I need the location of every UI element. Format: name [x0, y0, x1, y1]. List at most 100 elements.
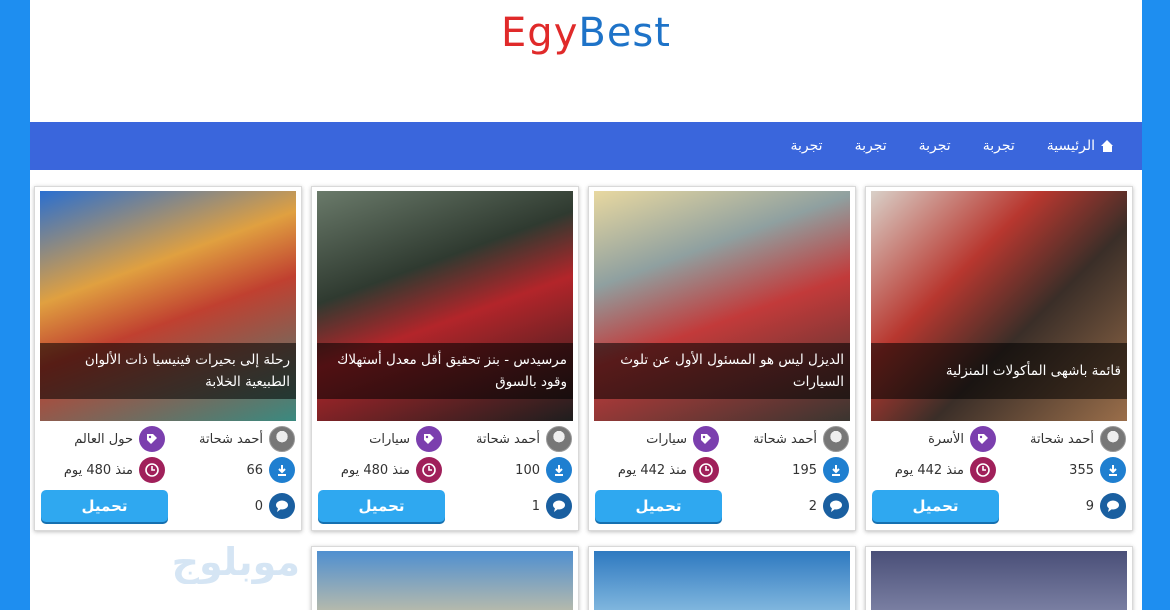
download-icon [546, 457, 572, 483]
meta-row-author: أحمد شحاتة سيارات [318, 425, 572, 453]
clock-icon [693, 457, 719, 483]
left-border [0, 0, 30, 610]
category-meta: الأسرة [872, 426, 996, 452]
tag-icon [693, 426, 719, 452]
card-image [871, 551, 1127, 610]
tag-icon [416, 426, 442, 452]
comment-icon [823, 493, 849, 519]
avatar [269, 426, 295, 452]
post-card[interactable]: مرسيدس - بنز تحقيق أقل معدل أستهلاك وقود… [311, 186, 579, 531]
nav-home[interactable]: الرئيسية [1047, 138, 1114, 154]
download-icon [823, 457, 849, 483]
category-link[interactable]: سيارات [646, 432, 687, 447]
nav-item-4[interactable]: تجربة [791, 138, 823, 154]
card-image [317, 551, 573, 610]
author-meta: أحمد شحاتة [1002, 426, 1126, 452]
comment-count: 2 [808, 498, 817, 514]
downloads-meta: 100 [448, 457, 572, 483]
comments-meta: 1 [448, 493, 572, 519]
download-button[interactable]: تحميل [318, 490, 445, 522]
meta-row-stats: 66 منذ 480 يوم [41, 456, 295, 484]
card-image [594, 551, 850, 610]
post-title[interactable]: رحلة إلى بحيرات فينيسيا ذات الألوان الطب… [40, 343, 296, 399]
download-button[interactable]: تحميل [595, 490, 722, 522]
category-link[interactable]: الأسرة [928, 432, 964, 447]
date-meta: منذ 442 يوم [595, 457, 719, 483]
meta-row-actions: 9 تحميل [872, 489, 1126, 523]
meta-row-stats: 195 منذ 442 يوم [595, 456, 849, 484]
tag-icon [970, 426, 996, 452]
date-meta: منذ 480 يوم [41, 457, 165, 483]
downloads-meta: 66 [171, 457, 295, 483]
right-border [1142, 0, 1170, 610]
post-card[interactable]: الديزل ليس هو المسئول الأول عن تلوث السي… [588, 186, 856, 531]
clock-icon [970, 457, 996, 483]
post-card[interactable]: رحلة إلى بحيرات فينيسيا ذات الألوان الطب… [34, 186, 302, 531]
meta-row-author: أحمد شحاتة سيارات [595, 425, 849, 453]
comments-meta: 0 [171, 493, 295, 519]
meta-row-actions: 1 تحميل [318, 489, 572, 523]
category-link[interactable]: حول العالم [74, 432, 133, 447]
post-thumbnail[interactable]: رحلة إلى بحيرات فينيسيا ذات الألوان الطب… [40, 191, 296, 421]
card-stub[interactable] [865, 546, 1133, 610]
author-meta: أحمد شحاتة [725, 426, 849, 452]
category-meta: حول العالم [41, 426, 165, 452]
download-icon [1100, 457, 1126, 483]
author-name[interactable]: أحمد شحاتة [753, 432, 817, 447]
meta-row-stats: 100 منذ 480 يوم [318, 456, 572, 484]
meta-row-author: أحمد شحاتة الأسرة [872, 425, 1126, 453]
avatar [823, 426, 849, 452]
comment-count: 0 [254, 498, 263, 514]
post-card[interactable]: قائمة باشهى المأكولات المنزلية أحمد شحات… [865, 186, 1133, 531]
nav-item-2[interactable]: تجربة [919, 138, 951, 154]
date-meta: منذ 480 يوم [318, 457, 442, 483]
author-name[interactable]: أحمد شحاتة [1030, 432, 1094, 447]
post-thumbnail[interactable]: مرسيدس - بنز تحقيق أقل معدل أستهلاك وقود… [317, 191, 573, 421]
comment-icon [546, 493, 572, 519]
download-count: 100 [515, 462, 540, 478]
site-logo[interactable]: EgyBest [30, 10, 1142, 56]
downloads-meta: 195 [725, 457, 849, 483]
meta-row-stats: 355 منذ 442 يوم [872, 456, 1126, 484]
post-age: منذ 480 يوم [63, 462, 133, 478]
author-name[interactable]: أحمد شحاتة [476, 432, 540, 447]
card-stub[interactable] [588, 546, 856, 610]
nav-item-3[interactable]: تجربة [855, 138, 887, 154]
tag-icon [139, 426, 165, 452]
logo-part-2: Best [578, 10, 671, 56]
comment-count: 9 [1085, 498, 1094, 514]
post-title[interactable]: مرسيدس - بنز تحقيق أقل معدل أستهلاك وقود… [317, 343, 573, 399]
post-age: منذ 442 يوم [617, 462, 687, 478]
post-age: منذ 480 يوم [340, 462, 410, 478]
comments-meta: 2 [725, 493, 849, 519]
download-button[interactable]: تحميل [41, 490, 168, 522]
post-thumbnail[interactable]: قائمة باشهى المأكولات المنزلية [871, 191, 1127, 421]
download-button[interactable]: تحميل [872, 490, 999, 522]
author-meta: أحمد شحاتة [171, 426, 295, 452]
comment-count: 1 [531, 498, 540, 514]
site-header: EgyBest [30, 0, 1142, 122]
category-meta: سيارات [318, 426, 442, 452]
clock-icon [139, 457, 165, 483]
comments-meta: 9 [1002, 493, 1126, 519]
author-name[interactable]: أحمد شحاتة [199, 432, 263, 447]
post-title[interactable]: الديزل ليس هو المسئول الأول عن تلوث السي… [594, 343, 850, 399]
nav-item-1[interactable]: تجربة [983, 138, 1015, 154]
downloads-meta: 355 [1002, 457, 1126, 483]
download-count: 66 [246, 462, 263, 478]
main-nav: الرئيسية تجربة تجربة تجربة تجربة [30, 122, 1142, 170]
logo-part-1: Egy [501, 10, 579, 56]
post-age: منذ 442 يوم [894, 462, 964, 478]
post-thumbnail[interactable]: الديزل ليس هو المسئول الأول عن تلوث السي… [594, 191, 850, 421]
download-icon [269, 457, 295, 483]
meta-row-actions: 2 تحميل [595, 489, 849, 523]
post-title[interactable]: قائمة باشهى المأكولات المنزلية [871, 343, 1127, 399]
category-link[interactable]: سيارات [369, 432, 410, 447]
home-icon [1101, 140, 1114, 152]
category-meta: سيارات [595, 426, 719, 452]
meta-row-author: أحمد شحاتة حول العالم [41, 425, 295, 453]
download-count: 195 [792, 462, 817, 478]
avatar [1100, 426, 1126, 452]
avatar [546, 426, 572, 452]
card-stub[interactable] [311, 546, 579, 610]
